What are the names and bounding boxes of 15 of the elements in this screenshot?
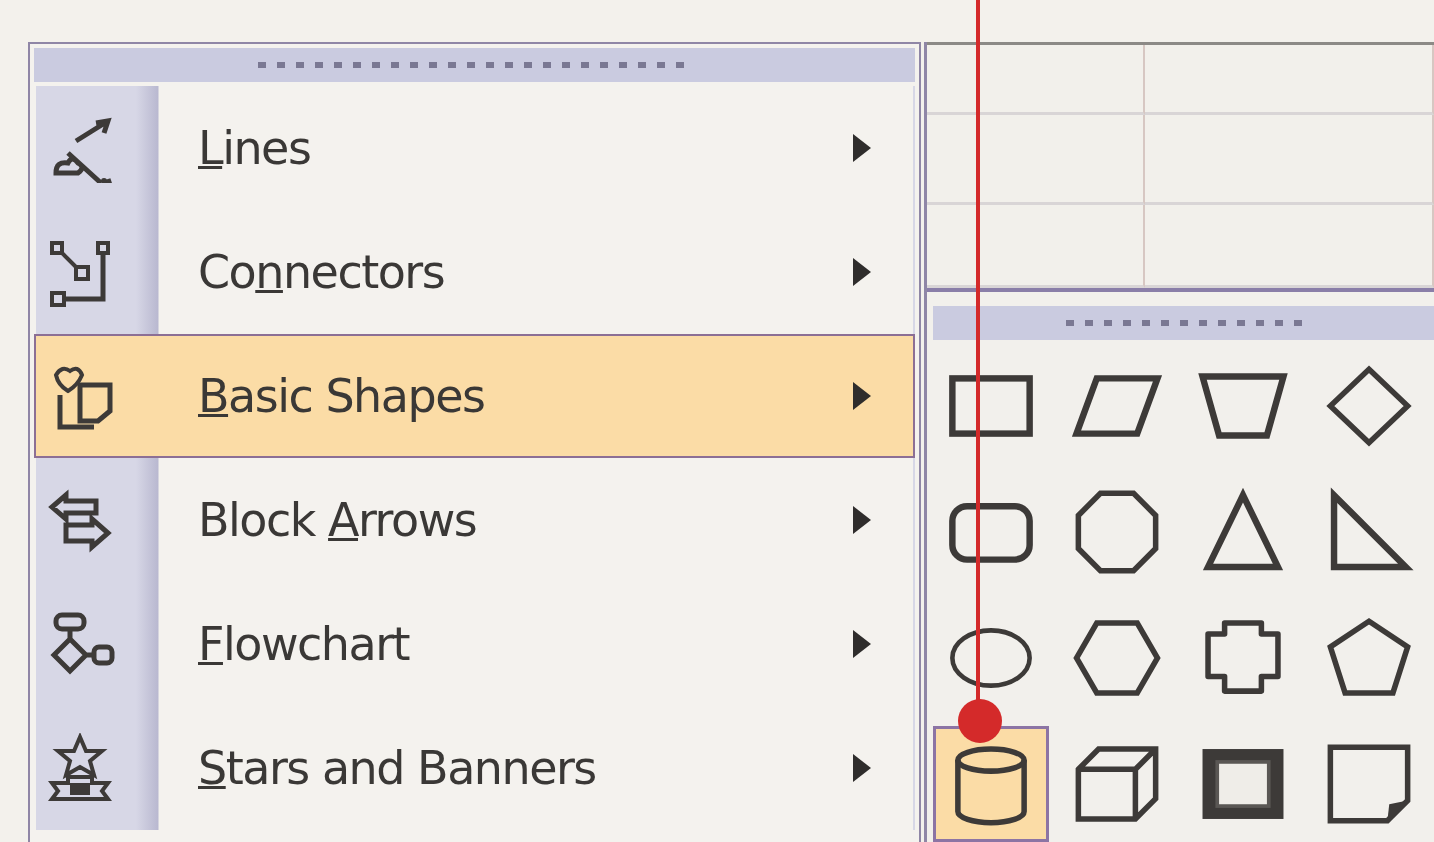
palette-drag-handle[interactable] xyxy=(933,306,1434,340)
menu-item[interactable]: Stars and Banners xyxy=(34,706,915,830)
menu-item[interactable]: Lines xyxy=(34,86,915,210)
menu-item[interactable]: Basic Shapes xyxy=(34,334,915,458)
menu-item[interactable]: Flowchart xyxy=(34,582,915,706)
submenu-arrow-icon xyxy=(851,752,873,784)
submenu-arrow-icon xyxy=(851,504,873,536)
menu-drag-handle[interactable] xyxy=(34,48,915,82)
shape-button[interactable] xyxy=(933,726,1049,842)
submenu-arrow-icon xyxy=(851,132,873,164)
menu-item[interactable]: Connectors xyxy=(34,210,915,334)
submenu-arrow-icon xyxy=(851,628,873,660)
submenu-arrow-icon xyxy=(851,256,873,288)
menu-item[interactable]: Block Arrows xyxy=(34,458,915,582)
submenu-arrow-icon xyxy=(851,380,873,412)
